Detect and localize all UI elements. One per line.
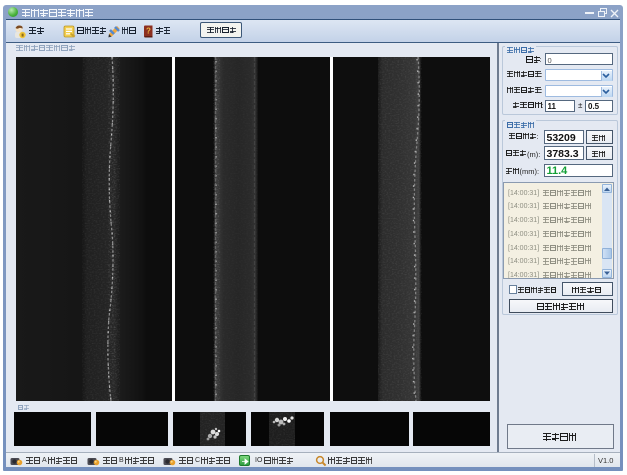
svg-text:?: ? <box>146 27 151 36</box>
